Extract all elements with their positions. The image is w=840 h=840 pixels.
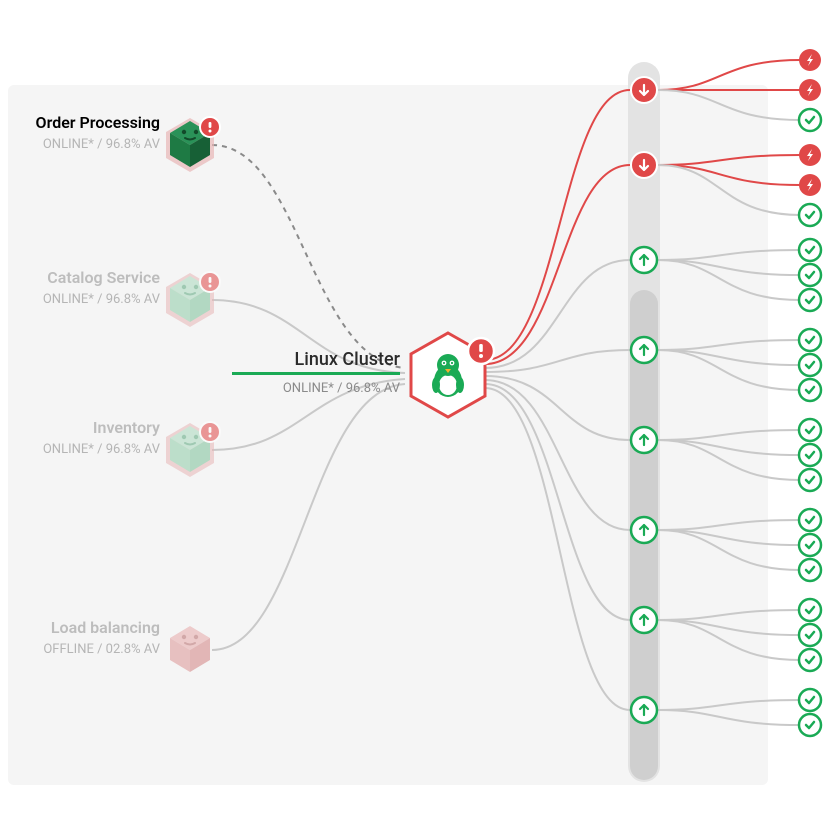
- leaf-ok[interactable]: [799, 714, 821, 736]
- leaf-ok[interactable]: [799, 354, 821, 376]
- column-node-up[interactable]: [631, 517, 657, 543]
- leaf-ok[interactable]: [799, 444, 821, 466]
- leaf-nodes: [799, 49, 821, 736]
- leaf-error[interactable]: [799, 79, 821, 101]
- cluster-title: Linux Cluster: [295, 349, 401, 370]
- column-node-up[interactable]: [631, 427, 657, 453]
- column-node-down[interactable]: [631, 77, 657, 103]
- leaf-ok[interactable]: [799, 599, 821, 621]
- column-node-down[interactable]: [631, 152, 657, 178]
- cluster-underline: [232, 372, 400, 375]
- leaf-ok[interactable]: [799, 509, 821, 531]
- column-node-up[interactable]: [631, 337, 657, 363]
- leaf-ok[interactable]: [799, 419, 821, 441]
- leaf-error[interactable]: [799, 174, 821, 196]
- service-status: ONLINE* / 96.8% AV: [43, 442, 161, 457]
- leaf-ok[interactable]: [799, 649, 821, 671]
- service-status: ONLINE* / 96.8% AV: [43, 292, 161, 307]
- leaf-error[interactable]: [799, 144, 821, 166]
- leaf-ok[interactable]: [799, 689, 821, 711]
- service-label: Catalog Service: [47, 268, 160, 287]
- alert-icon: [200, 272, 220, 292]
- leaf-ok[interactable]: [799, 559, 821, 581]
- leaf-ok[interactable]: [799, 534, 821, 556]
- column-node-up[interactable]: [631, 697, 657, 723]
- column-node-up[interactable]: [631, 607, 657, 633]
- service-label: Order Processing: [36, 113, 160, 132]
- leaf-ok[interactable]: [799, 624, 821, 646]
- service-status: ONLINE* / 96.8% AV: [43, 137, 161, 152]
- service-status: OFFLINE / 02.8% AV: [43, 642, 160, 657]
- leaf-error[interactable]: [799, 49, 821, 71]
- leaf-ok[interactable]: [799, 264, 821, 286]
- leaf-ok[interactable]: [799, 239, 821, 261]
- service-label: Load balancing: [51, 618, 160, 637]
- alert-icon: [200, 422, 220, 442]
- column-node-up[interactable]: [631, 247, 657, 273]
- cluster-status: ONLINE* / 96.8% AV: [283, 381, 401, 396]
- leaf-ok[interactable]: [799, 469, 821, 491]
- service-label: Inventory: [93, 418, 160, 437]
- alert-icon: [468, 338, 494, 364]
- alert-icon: [200, 117, 220, 137]
- leaf-ok[interactable]: [799, 204, 821, 226]
- leaf-ok[interactable]: [799, 109, 821, 131]
- leaf-ok[interactable]: [799, 379, 821, 401]
- leaf-ok[interactable]: [799, 329, 821, 351]
- leaf-ok[interactable]: [799, 289, 821, 311]
